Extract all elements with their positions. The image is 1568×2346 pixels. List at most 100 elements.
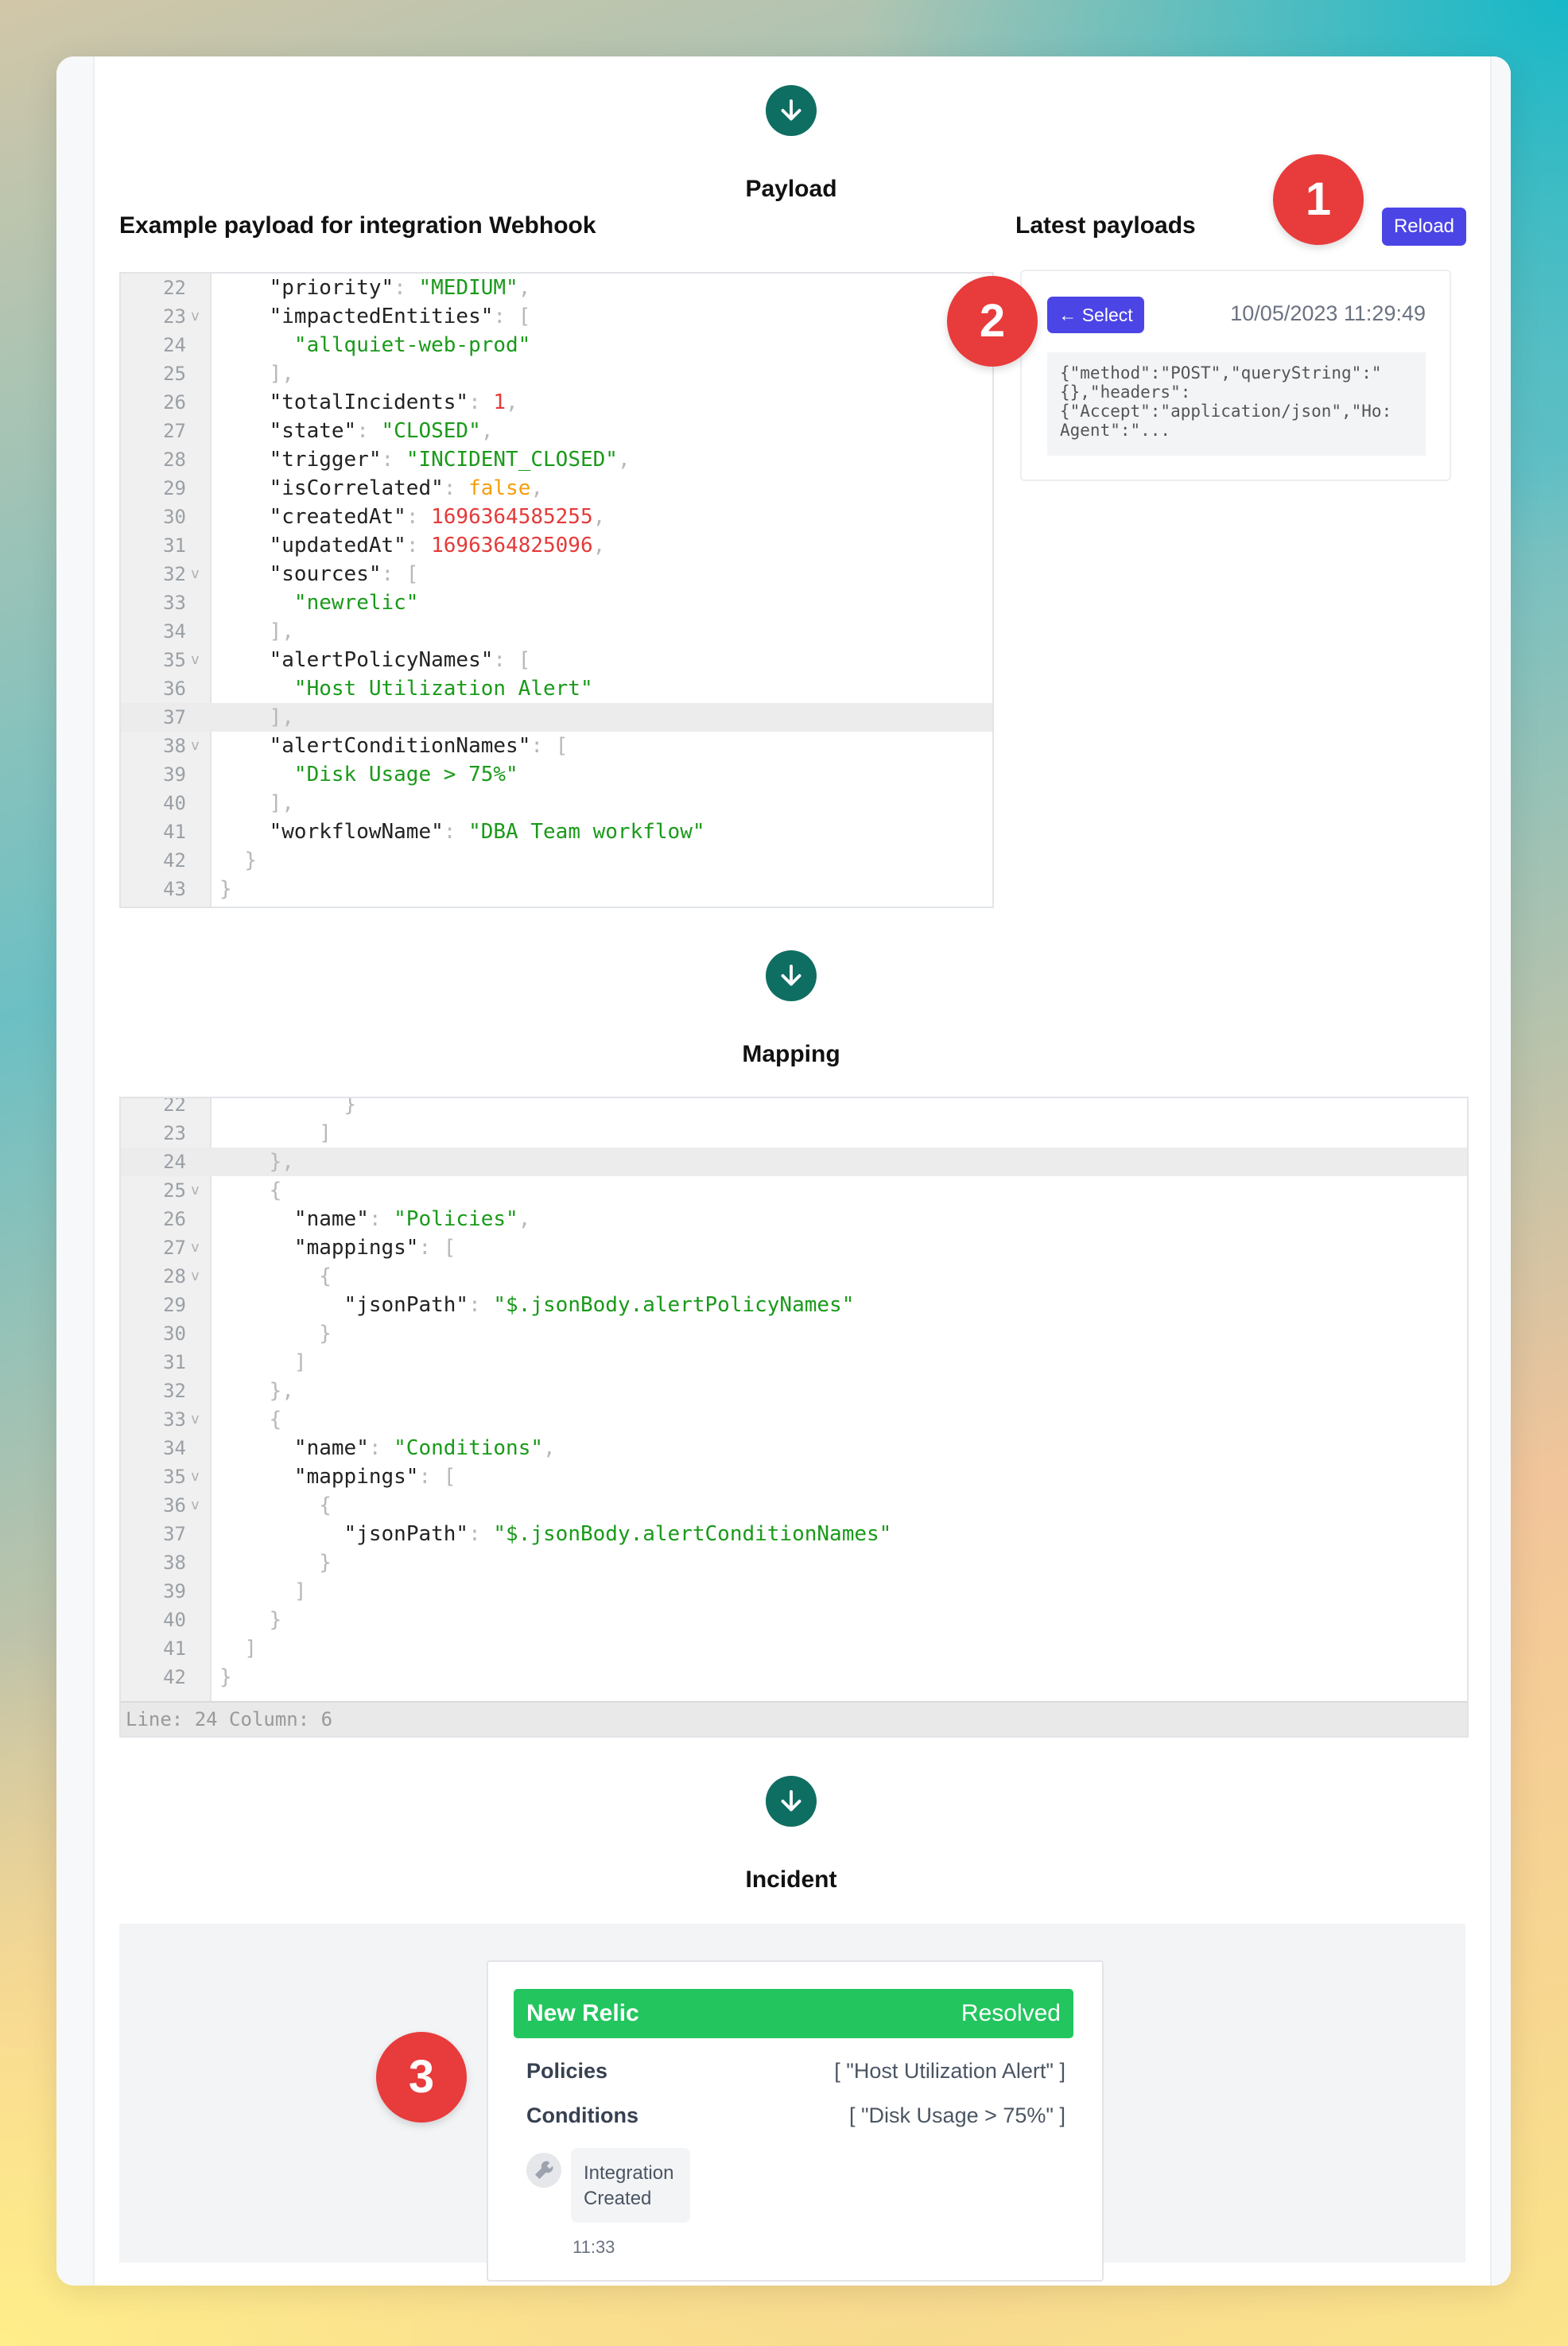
fold-chevron-icon[interactable]: v [191, 1491, 200, 1520]
code-line[interactable]: 42} [121, 1663, 1467, 1692]
code-line[interactable]: 29 "isCorrelated": false, [121, 474, 992, 503]
line-number: 30 [163, 506, 186, 528]
field-key-policies: Policies [526, 2059, 608, 2083]
code-line[interactable]: 33 "newrelic" [121, 588, 992, 617]
code-line[interactable]: 25 v { [121, 1176, 1467, 1205]
code-line[interactable]: 35 v "mappings": [ [121, 1462, 1467, 1491]
line-number: 35 [163, 1466, 186, 1488]
line-number: 23 [163, 1122, 186, 1144]
incident-preview-area: New Relic Resolved Policies [ "Host Util… [119, 1924, 1465, 2282]
mapping-section-title: Mapping [742, 1041, 840, 1067]
code-line[interactable]: 22 "priority": "MEDIUM", [121, 274, 992, 302]
code-line[interactable]: 39 "Disk Usage > 75%" [121, 760, 992, 789]
code-line[interactable]: 35 v "alertPolicyNames": [ [121, 646, 992, 674]
line-number: 34 [163, 1437, 186, 1459]
line-number: 39 [163, 763, 186, 786]
code-line[interactable]: 26 "totalIncidents": 1, [121, 388, 992, 417]
fold-chevron-icon[interactable]: v [191, 302, 200, 331]
code-line[interactable]: 40 } [121, 1606, 1467, 1634]
code-line[interactable]: 27 v "mappings": [ [121, 1233, 1467, 1262]
code-text: "name": "Policies", [293, 1207, 531, 1231]
code-text: ] [293, 1350, 307, 1374]
line-number: 42 [163, 1666, 186, 1688]
code-line[interactable]: 31 ] [121, 1348, 1467, 1377]
fold-chevron-icon[interactable]: v [191, 560, 200, 588]
select-payload-button[interactable]: ← Select [1047, 297, 1144, 333]
payload-preview: {"method":"POST","queryString":" {},"hea… [1047, 352, 1426, 456]
fold-chevron-icon[interactable]: v [191, 1176, 200, 1205]
fold-chevron-icon[interactable]: v [191, 646, 200, 674]
payload-code-editor[interactable]: 22 "priority": "MEDIUM", 23 v "impactedEnt… [119, 272, 994, 908]
code-line[interactable]: 24 "allquiet-web-prod" [121, 331, 992, 359]
line-number: 27 [163, 420, 186, 442]
latest-payload-item: ← Select 10/05/2023 11:29:49 {"method":"… [1020, 270, 1451, 481]
code-line[interactable]: 22 } [121, 1097, 1467, 1119]
code-text: "totalIncidents": 1, [269, 390, 518, 414]
fold-chevron-icon[interactable]: v [191, 1462, 200, 1491]
code-line[interactable]: 37 "jsonPath": "$.jsonBody.alertConditio… [121, 1520, 1467, 1548]
code-line[interactable]: 38 } [121, 1548, 1467, 1577]
integration-card: Payload Example payload for integration … [56, 56, 1511, 2286]
code-line[interactable]: 36 "Host Utilization Alert" [121, 674, 992, 703]
code-line[interactable]: 30 } [121, 1319, 1467, 1348]
code-line[interactable]: 28 v { [121, 1262, 1467, 1291]
reload-button[interactable]: Reload [1382, 208, 1466, 246]
line-number: 27 [163, 1237, 186, 1259]
code-line[interactable]: 23 ] [121, 1119, 1467, 1148]
fold-chevron-icon[interactable]: v [191, 732, 200, 760]
code-line[interactable]: 23 v "impactedEntities": [ [121, 302, 992, 331]
line-number: 37 [163, 706, 186, 728]
fold-chevron-icon[interactable]: v [191, 1405, 200, 1434]
code-line[interactable]: 40 ], [121, 789, 992, 818]
code-line[interactable]: 34 "name": "Conditions", [121, 1434, 1467, 1462]
code-line[interactable]: 25 ], [121, 359, 992, 388]
line-number: 31 [163, 534, 186, 557]
code-text: "jsonPath": "$.jsonBody.alertConditionNa… [343, 1522, 892, 1546]
fold-chevron-icon[interactable]: v [191, 1233, 200, 1262]
line-number: 26 [163, 391, 186, 414]
code-line[interactable]: 43} [121, 875, 992, 903]
code-line[interactable]: 42 } [121, 846, 992, 875]
code-text: "state": "CLOSED", [269, 419, 494, 443]
code-line[interactable]: 34 ], [121, 617, 992, 646]
arrow-down-icon [766, 1776, 817, 1827]
code-line[interactable]: 24 }, [121, 1148, 1467, 1176]
code-line[interactable]: 26 "name": "Policies", [121, 1205, 1467, 1233]
code-line[interactable]: 33 v { [121, 1405, 1467, 1434]
code-line[interactable]: 32 }, [121, 1377, 1467, 1405]
code-text: { [319, 1493, 332, 1517]
code-text: ], [269, 705, 294, 729]
mapping-code-editor[interactable]: 22 } 23 ] 24 }, 25 v {26 "name": "Policies",… [119, 1097, 1469, 1738]
timeline-event-label: Integration [584, 2162, 674, 2184]
code-line[interactable]: 39 ] [121, 1577, 1467, 1606]
timeline-event-label-2: Created [584, 2188, 652, 2209]
code-line[interactable]: 41 "workflowName": "DBA Team workflow" [121, 818, 992, 846]
line-number: 38 [163, 735, 186, 757]
code-text: "mappings": [ [293, 1236, 456, 1260]
code-line[interactable]: 28 "trigger": "INCIDENT_CLOSED", [121, 445, 992, 474]
incident-source: New Relic [526, 2000, 639, 2026]
line-number: 37 [163, 1523, 186, 1545]
incident-card[interactable]: New Relic Resolved Policies [ "Host Util… [487, 1960, 1104, 2282]
code-text: "mappings": [ [293, 1465, 456, 1489]
arrow-down-icon [766, 950, 817, 1001]
code-text: ] [244, 1637, 257, 1660]
code-line[interactable]: 29 "jsonPath": "$.jsonBody.alertPolicyNa… [121, 1291, 1467, 1319]
code-line[interactable]: 30 "createdAt": 1696364585255, [121, 503, 992, 531]
field-value-conditions: [ "Disk Usage > 75%" ] [848, 2103, 1065, 2127]
code-line[interactable]: 32 v "sources": [ [121, 560, 992, 588]
code-text: } [343, 1097, 357, 1117]
example-payload-title: Example payload for integration Webhook [119, 212, 596, 239]
code-line[interactable]: 41 ] [121, 1634, 1467, 1663]
code-text: "isCorrelated": false, [269, 476, 544, 500]
fold-chevron-icon[interactable]: v [191, 1262, 200, 1291]
code-line[interactable]: 31 "updatedAt": 1696364825096, [121, 531, 992, 560]
code-line[interactable]: 27 "state": "CLOSED", [121, 417, 992, 445]
line-number: 34 [163, 620, 186, 643]
line-number: 33 [163, 1408, 186, 1431]
line-number: 41 [163, 821, 186, 843]
code-line[interactable]: 38 v "alertConditionNames": [ [121, 732, 992, 760]
code-line[interactable]: 37 ], [121, 703, 992, 732]
code-line[interactable]: 36 v { [121, 1491, 1467, 1520]
line-number: 25 [163, 1179, 186, 1202]
